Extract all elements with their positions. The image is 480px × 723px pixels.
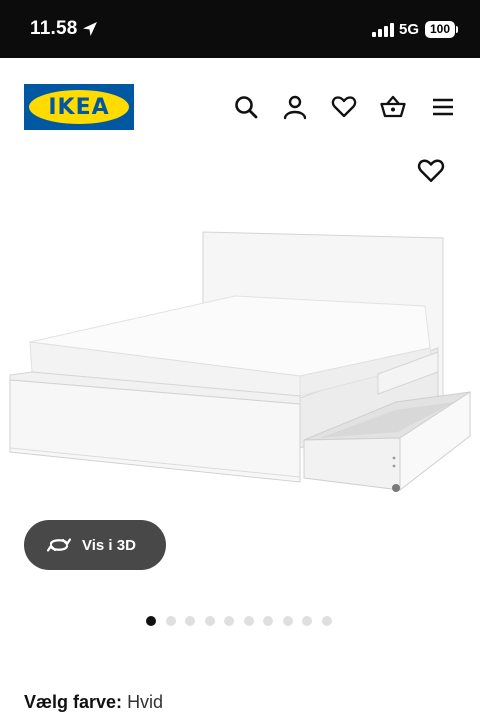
battery-cap [456,26,458,33]
image-pagination[interactable] [146,616,332,626]
pagination-dot[interactable] [243,616,254,626]
pagination-dot[interactable] [263,616,273,626]
heart-icon[interactable] [331,94,357,120]
view-3d-button[interactable]: Vis i 3D [24,520,166,570]
profile-icon[interactable] [282,94,308,120]
basket-icon[interactable] [380,94,406,120]
logo-text: IKEA [29,90,129,124]
status-bar: 11.58 5G 100 [0,0,480,58]
search-icon[interactable] [233,94,259,120]
view-3d-label: Vis i 3D [82,536,136,554]
pagination-dot[interactable] [185,616,195,626]
color-selector: Vælg farve: Hvid [24,692,163,713]
location-arrow-icon [83,22,97,36]
pagination-dot[interactable] [224,616,234,626]
favorite-heart-icon[interactable] [417,157,445,185]
color-value: Hvid [127,692,164,712]
signal-icon [372,23,394,37]
pagination-dot[interactable] [204,616,215,626]
pagination-dot[interactable] [165,616,176,626]
battery-indicator: 100 [425,21,455,38]
pagination-dot[interactable] [282,616,293,626]
ikea-logo[interactable]: IKEA [24,84,134,130]
pagination-dot-active[interactable] [146,616,156,626]
rotate-3d-icon [46,538,72,552]
menu-icon[interactable] [430,94,456,120]
color-label: Vælg farve: [24,692,123,712]
product-image[interactable] [0,225,480,500]
status-time: 11.58 [30,18,78,39]
pagination-dot[interactable] [321,616,332,626]
network-label: 5G [399,21,420,38]
pagination-dot[interactable] [302,616,312,626]
